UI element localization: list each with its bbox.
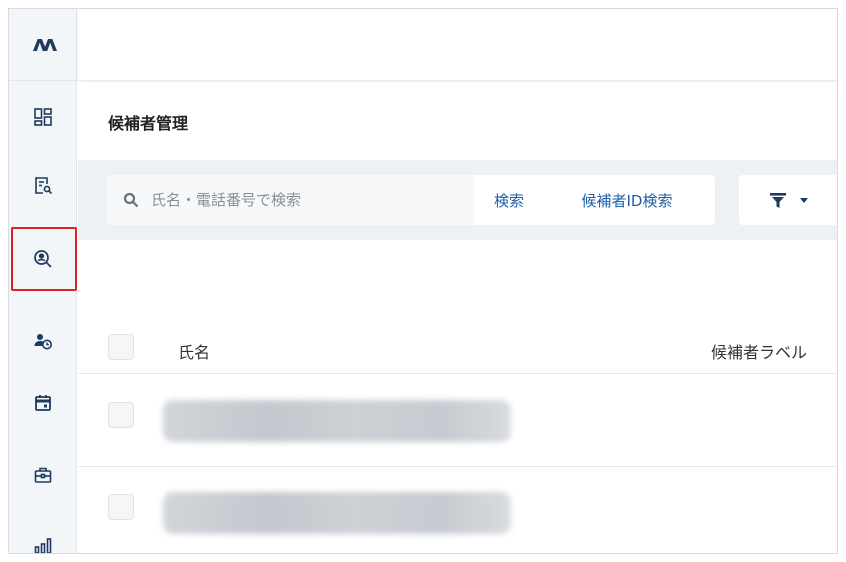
sidebar-item-calendar[interactable] — [9, 373, 77, 433]
search-icon — [123, 192, 139, 208]
sidebar-item-reports[interactable] — [9, 515, 77, 553]
sidebar-item-dashboard[interactable] — [9, 87, 77, 147]
page-title: 候補者管理 — [108, 114, 189, 133]
briefcase-icon — [34, 467, 52, 483]
app-window: ʌʌ 候補者管理 氏名・電話番号で検索 検索 候補者ID検索 氏名 候補者ラベル — [8, 8, 838, 554]
active-item-highlight — [11, 227, 77, 291]
candidate-id-search-button[interactable]: 候補者ID検索 — [539, 175, 715, 225]
calendar-icon — [35, 395, 51, 411]
table-header: 氏名 候補者ラベル — [78, 319, 837, 374]
search-button[interactable]: 検索 — [474, 175, 544, 225]
sidebar-item-document-search[interactable] — [9, 155, 77, 215]
caret-down-icon — [800, 198, 808, 203]
logo-text: ʌʌ — [32, 32, 58, 57]
filter-icon — [770, 193, 786, 208]
filter-button[interactable] — [739, 175, 837, 225]
search-toolbar: 検索 候補者ID検索 — [78, 160, 837, 240]
row-checkbox[interactable] — [108, 494, 134, 520]
person-clock-icon — [34, 334, 52, 350]
redacted-candidate-name — [163, 492, 511, 534]
bar-chart-icon — [34, 538, 52, 553]
redacted-candidate-name — [163, 400, 511, 442]
document-search-icon — [35, 177, 53, 195]
column-header-name: 氏名 — [178, 343, 211, 362]
logo[interactable]: ʌʌ — [9, 9, 77, 81]
sidebar: ʌʌ — [9, 9, 77, 553]
select-all-checkbox[interactable] — [108, 334, 134, 360]
search-box: 検索 — [107, 175, 544, 225]
table-row[interactable] — [78, 375, 837, 467]
page-header: 候補者管理 — [78, 82, 837, 160]
sidebar-item-candidate-history[interactable] — [9, 311, 77, 371]
dashboard-icon — [34, 108, 52, 126]
table-row[interactable] — [78, 467, 837, 553]
search-input[interactable] — [151, 175, 441, 225]
column-header-candidate-label: 候補者ラベル — [710, 343, 807, 362]
row-checkbox[interactable] — [108, 402, 134, 428]
top-header-bar — [78, 9, 837, 81]
sidebar-item-jobs[interactable] — [9, 445, 77, 505]
main-content: 候補者管理 検索 候補者ID検索 氏名 候 — [78, 9, 837, 553]
